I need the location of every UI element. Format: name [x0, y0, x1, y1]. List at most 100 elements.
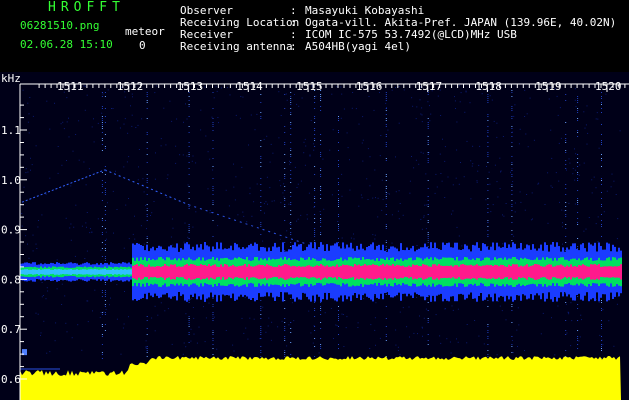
- x-tick-label: 1514: [236, 80, 263, 93]
- noise-dot: [87, 321, 89, 323]
- streak-dot: [385, 224, 387, 225]
- noise-dot: [110, 297, 111, 299]
- streak-dot: [314, 326, 316, 327]
- noise-dot: [232, 344, 234, 346]
- band-strong: [398, 265, 400, 279]
- band-strong: [558, 265, 560, 279]
- streak-dot: [260, 116, 262, 117]
- noise-dot: [454, 96, 455, 98]
- noise-dot: [505, 203, 507, 204]
- noise-dot: [456, 226, 458, 228]
- noise-dot: [134, 238, 136, 240]
- streak-dot: [511, 190, 513, 191]
- noise-dot: [597, 241, 599, 243]
- noise-dot: [27, 171, 29, 173]
- streak-dot: [511, 306, 513, 307]
- band-strong: [108, 269, 110, 275]
- streak-dot: [487, 336, 489, 337]
- band-strong: [84, 269, 86, 275]
- noise-dot: [132, 96, 133, 98]
- streak-dot: [511, 176, 513, 177]
- noise-dot: [283, 183, 285, 185]
- streak-dot: [320, 186, 322, 187]
- noise-dot: [578, 340, 580, 342]
- streak-dot: [104, 250, 106, 251]
- noise-dot: [81, 349, 83, 351]
- noise-dot: [54, 340, 56, 342]
- noise-dot: [616, 303, 618, 305]
- noise-dot: [497, 196, 499, 198]
- band-strong: [392, 264, 394, 280]
- noise-dot: [205, 317, 207, 319]
- streak-dot: [284, 178, 286, 179]
- streak-dot: [511, 240, 513, 241]
- noise-dot: [250, 114, 252, 116]
- streak-dot: [260, 190, 262, 191]
- streak-dot: [577, 102, 579, 103]
- streak-dot: [320, 232, 322, 233]
- band-strong: [142, 264, 144, 279]
- band-strong: [598, 264, 600, 280]
- streak-dot: [146, 134, 148, 135]
- noise-dot: [424, 204, 426, 206]
- noise-dot: [286, 230, 288, 232]
- band-strong: [466, 265, 468, 279]
- band-strong: [408, 265, 410, 279]
- band-strong: [326, 265, 328, 279]
- streak-dot: [338, 238, 339, 239]
- streak-dot: [487, 102, 489, 103]
- band-strong: [422, 264, 424, 280]
- noise-dot: [269, 187, 271, 189]
- band-strong: [28, 269, 30, 275]
- noise-dot: [93, 141, 95, 143]
- streak-dot: [320, 346, 322, 347]
- band-strong: [606, 266, 608, 278]
- streak-dot: [260, 314, 262, 315]
- streak-dot: [188, 322, 190, 323]
- noise-dot: [418, 163, 420, 165]
- noise-dot: [242, 211, 244, 213]
- streak-dot: [385, 94, 387, 95]
- noise-dot: [514, 104, 516, 106]
- noise-dot: [452, 210, 454, 212]
- noise-dot: [74, 255, 76, 257]
- streak-dot: [338, 150, 339, 151]
- noise-dot: [184, 222, 186, 224]
- band-strong: [480, 266, 482, 278]
- band-strong: [370, 265, 372, 279]
- streak-dot: [290, 214, 292, 215]
- noise-dot: [248, 144, 249, 146]
- noise-dot: [209, 158, 211, 160]
- noise-dot: [373, 109, 375, 111]
- streak-dot: [601, 198, 602, 199]
- streak-dot: [212, 186, 214, 187]
- noise-dot: [32, 115, 34, 117]
- noise-dot: [86, 94, 88, 96]
- band-strong: [504, 266, 506, 278]
- band-strong: [64, 269, 66, 275]
- streak-dot: [487, 300, 489, 301]
- noise-dot: [78, 159, 80, 161]
- streak-dot: [577, 178, 579, 179]
- band-strong: [274, 266, 276, 277]
- streak-dot: [427, 160, 429, 161]
- noise-dot: [154, 178, 156, 180]
- streak-dot: [577, 200, 579, 201]
- streak-dot: [487, 326, 489, 327]
- y-axis-unit: kHz: [1, 72, 21, 85]
- band-strong: [348, 265, 350, 279]
- band-strong: [96, 269, 98, 275]
- streak-dot: [146, 352, 148, 353]
- band-strong: [472, 265, 474, 279]
- noise-dot: [107, 89, 109, 91]
- band-strong: [478, 265, 480, 279]
- streak-dot: [577, 118, 579, 119]
- band-strong: [570, 264, 572, 280]
- streak-dot: [101, 132, 103, 133]
- streak-dot: [577, 136, 579, 137]
- noise-dot: [562, 243, 563, 245]
- band-strong: [158, 266, 160, 278]
- band-strong: [372, 264, 374, 280]
- x-tick-label: 1515: [296, 80, 323, 93]
- noise-dot: [73, 226, 75, 228]
